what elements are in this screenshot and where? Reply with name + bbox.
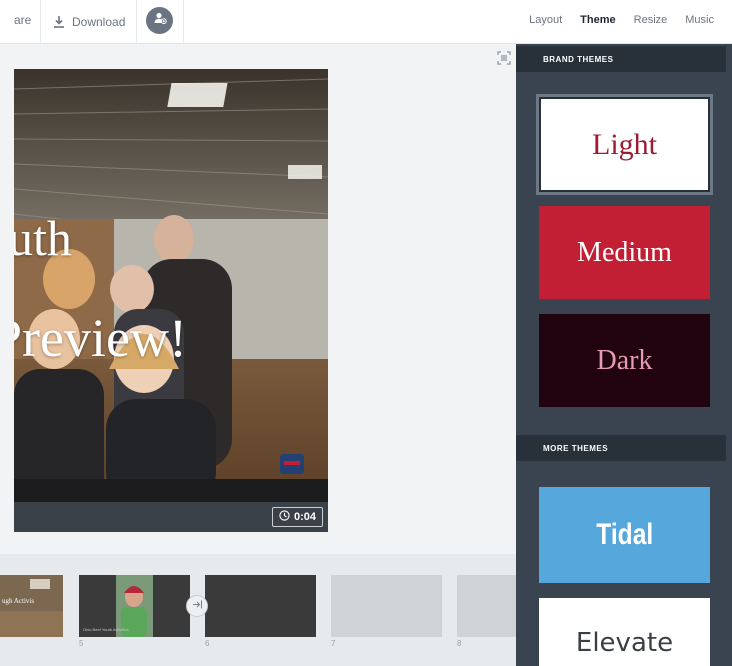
thumbnail-caption: Ohio Beef Youth Activities: [83, 627, 129, 632]
tab-music[interactable]: Music: [685, 14, 714, 26]
theme-card-elevate[interactable]: Elevate: [539, 598, 710, 666]
download-label: Download: [72, 15, 126, 29]
thumbnail-photo: [0, 575, 63, 637]
theme-label: Dark: [596, 344, 653, 376]
thumbnail-number: 7: [331, 639, 336, 648]
toolbar-tabs: Layout Theme Resize Music: [529, 0, 714, 40]
slide-title-line1[interactable]: uth: [14, 209, 72, 267]
fullscreen-icon[interactable]: [496, 50, 512, 66]
more-themes-header: MORE THEMES: [516, 435, 726, 461]
toolbar-divider: [40, 0, 41, 44]
slide-title-line2[interactable]: Preview!: [14, 307, 187, 369]
slide-photo: [14, 69, 328, 502]
theme-card-light[interactable]: Light: [536, 94, 713, 195]
slide-thumbnail[interactable]: Ohio Beef Youth Activities: [79, 575, 190, 637]
thumbnail-caption: ugh Activis: [2, 597, 35, 605]
theme-card-tidal[interactable]: Tidal: [539, 487, 710, 583]
theme-card-dark[interactable]: Dark: [539, 314, 710, 407]
tab-theme[interactable]: Theme: [580, 14, 615, 26]
share-button[interactable]: are: [14, 0, 31, 44]
slide-thumbnail[interactable]: ugh Activis: [0, 575, 63, 637]
top-toolbar: are Download Layout Theme Resize Music: [0, 0, 732, 44]
tab-layout[interactable]: Layout: [529, 14, 562, 26]
tab-resize[interactable]: Resize: [634, 14, 668, 26]
theme-label: Tidal: [596, 518, 653, 551]
filmstrip: ugh Activis Ohio Beef Youth Activities 5…: [0, 554, 516, 666]
download-icon: [52, 15, 66, 29]
theme-label: Light: [592, 127, 657, 161]
theme-card-medium[interactable]: Medium: [539, 206, 710, 299]
thumbnail-number: 5: [79, 639, 84, 648]
collaborator-button[interactable]: [146, 7, 173, 34]
transition-icon: [192, 597, 203, 615]
slide-thumbnail[interactable]: [331, 575, 442, 637]
slide-thumbnail[interactable]: [457, 575, 516, 637]
thumbnail-number: 6: [205, 639, 210, 648]
download-button[interactable]: Download: [52, 0, 125, 44]
toolbar-divider: [183, 0, 184, 44]
thumbnail-number: 8: [457, 639, 462, 648]
toolbar-divider: [136, 0, 137, 44]
theme-panel: BRAND THEMES Light Medium Dark MORE THEM…: [516, 44, 732, 666]
theme-label: Elevate: [575, 628, 674, 658]
user-add-icon: [153, 11, 167, 30]
slide-preview[interactable]: uth Preview!: [14, 69, 328, 502]
transition-button[interactable]: [186, 595, 208, 617]
duration-badge[interactable]: 0:04: [271, 507, 323, 527]
duration-text: 0:04: [293, 511, 316, 523]
clock-icon: [279, 510, 290, 524]
slide-footer-bar: 0:04: [14, 502, 328, 532]
slide-thumbnail[interactable]: [205, 575, 316, 637]
theme-label: Medium: [577, 236, 672, 268]
brand-themes-header: BRAND THEMES: [516, 46, 726, 72]
